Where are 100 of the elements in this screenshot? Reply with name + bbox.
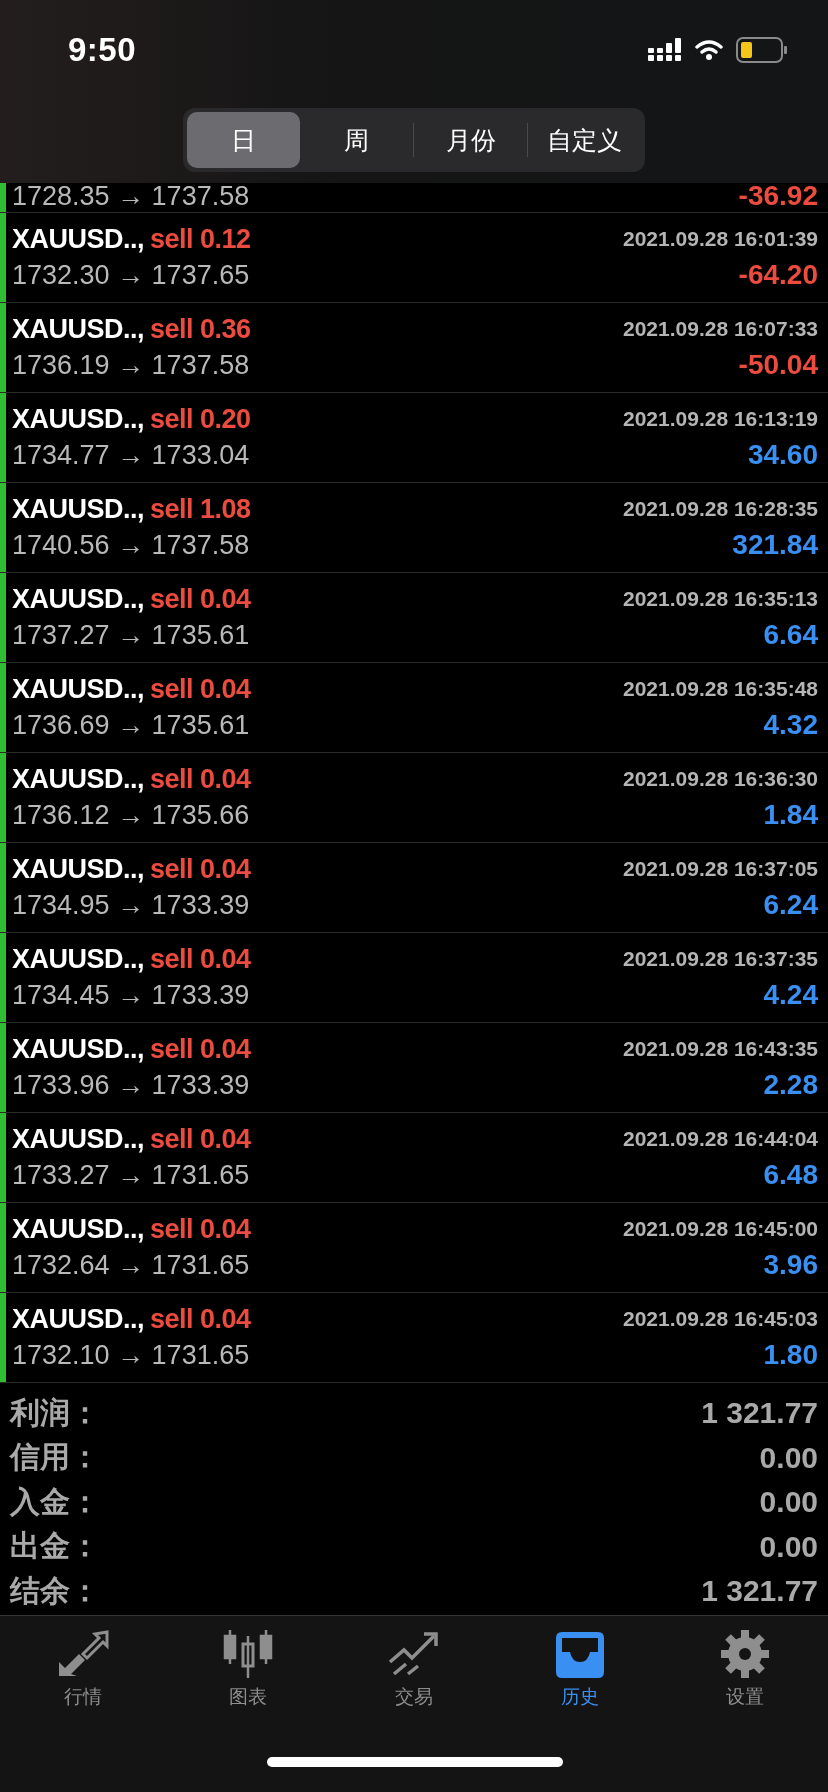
price-range: 1734.95 → 1733.39 <box>12 890 250 921</box>
profit-value: 3.96 <box>763 1249 818 1281</box>
symbol-label: XAUUSD.., <box>12 943 145 974</box>
summary-label: 结余： <box>10 1572 100 1609</box>
inbox-icon <box>553 1630 606 1678</box>
summary-value: 1 321.77 <box>701 1574 818 1609</box>
summary-value: 1 321.77 <box>701 1396 818 1431</box>
trade-row[interactable]: XAUUSD.., sell 0.04 2021.09.28 16:44:04 1733.27 → 1731.65 6.48 <box>0 1113 828 1203</box>
order-label: sell 0.04 <box>150 1033 251 1064</box>
summary-label: 利润： <box>10 1394 100 1431</box>
trade-row[interactable]: XAUUSD.., sell 0.36 2021.09.28 16:07:33 1736.19 → 1737.58 -50.04 <box>0 303 828 393</box>
order-label: sell 1.08 <box>150 493 251 524</box>
order-label: sell 0.12 <box>150 223 251 254</box>
price-range: 1732.10 → 1731.65 <box>12 1340 250 1371</box>
signal-icon <box>648 38 682 62</box>
order-label: sell 0.20 <box>150 403 251 434</box>
order-label: sell 0.04 <box>150 943 251 974</box>
price-range: 1733.96 → 1733.39 <box>12 1070 250 1101</box>
symbol-label: XAUUSD.., <box>12 403 145 434</box>
profit-value: 4.24 <box>763 979 818 1011</box>
order-label: sell 0.04 <box>150 583 251 614</box>
summary-value: 0.00 <box>759 1440 818 1475</box>
trade-row[interactable]: XAUUSD.., sell 0.04 2021.09.28 16:37:35 1734.45 → 1733.39 4.24 <box>0 933 828 1023</box>
trade-time: 2021.09.28 16:44:04 <box>623 1127 818 1151</box>
summary-label: 入金： <box>10 1483 100 1520</box>
trade-row[interactable]: XAUUSD.., sell 0.04 2021.09.28 16:35:13 1737.27 → 1735.61 6.64 <box>0 573 828 663</box>
trade-time: 2021.09.28 16:37:05 <box>623 857 818 881</box>
order-label: sell 0.04 <box>150 1123 251 1154</box>
symbol-label: XAUUSD.., <box>12 763 145 794</box>
trade-time: 2021.09.28 16:28:35 <box>623 497 818 521</box>
trade-row[interactable]: XAUUSD.., sell 0.04 2021.09.28 16:45:03 1732.10 → 1731.65 1.80 <box>0 1293 828 1383</box>
summary-value: 0.00 <box>759 1529 818 1564</box>
trade-row[interactable]: XAUUSD.., sell 0.04 2021.09.28 16:43:35 1733.96 → 1733.39 2.28 <box>0 1023 828 1113</box>
summary-label: 出金： <box>10 1528 100 1565</box>
symbol-label: XAUUSD.., <box>12 583 145 614</box>
symbol-label: XAUUSD.., <box>12 1213 145 1244</box>
tab-bar-item[interactable]: 历史 <box>496 1630 663 1710</box>
price-range: 1732.64 → 1731.65 <box>12 1250 250 1281</box>
trade-time: 2021.09.28 16:35:48 <box>623 677 818 701</box>
price-range: 1733.27 → 1731.65 <box>12 1160 250 1191</box>
tab-bar-item[interactable]: 图表 <box>165 1630 332 1710</box>
symbol-label: XAUUSD.., <box>12 1303 145 1334</box>
period-tab[interactable]: 日 <box>187 112 300 168</box>
price-range: 1736.12 → 1735.66 <box>12 800 250 831</box>
battery-icon <box>736 37 788 63</box>
status-time: 9:50 <box>68 31 137 69</box>
order-label: sell 0.04 <box>150 1213 251 1244</box>
profit-value: 2.28 <box>763 1069 818 1101</box>
symbol-label: XAUUSD.., <box>12 1033 145 1064</box>
trade-row[interactable]: XAUUSD.., sell 0.12 2021.09.28 16:01:39 1732.30 → 1737.65 -64.20 <box>0 213 828 303</box>
trend-arrow-icon <box>388 1630 440 1678</box>
profit-value: 4.32 <box>763 709 818 741</box>
trade-row[interactable]: XAUUSD.., sell 0.20 2021.09.28 16:13:19 1734.77 → 1733.04 34.60 <box>0 393 828 483</box>
trade-time: 2021.09.28 16:45:00 <box>623 1217 818 1241</box>
profit-value: -36.92 <box>738 180 818 212</box>
period-tab[interactable]: 自定义 <box>528 112 641 168</box>
trade-row[interactable]: XAUUSD.., sell 0.04 2021.09.28 16:35:48 1736.69 → 1735.61 4.32 <box>0 663 828 753</box>
wifi-icon <box>694 39 724 61</box>
trade-time: 2021.09.28 16:36:30 <box>623 767 818 791</box>
order-label: sell 0.04 <box>150 1303 251 1334</box>
symbol-label: XAUUSD.., <box>12 223 145 254</box>
trade-time: 2021.09.28 16:37:35 <box>623 947 818 971</box>
tab-bar-item[interactable]: 交易 <box>331 1630 497 1710</box>
candlestick-icon <box>222 1630 275 1678</box>
price-range: 1728.35 → 1737.58 <box>12 181 250 212</box>
profit-value: 6.24 <box>763 889 818 921</box>
summary-value: 0.00 <box>759 1485 818 1520</box>
price-range: 1734.45 → 1733.39 <box>12 980 250 1011</box>
trade-time: 2021.09.28 16:43:35 <box>623 1037 818 1061</box>
order-label: sell 0.04 <box>150 853 251 884</box>
profit-value: 34.60 <box>747 439 818 471</box>
tab-bar-item[interactable]: 行情 <box>0 1630 166 1710</box>
tab-bar-item[interactable]: 设置 <box>662 1630 828 1710</box>
price-range: 1732.30 → 1737.65 <box>12 260 250 291</box>
profit-value: -50.04 <box>738 349 818 381</box>
price-range: 1736.69 → 1735.61 <box>12 710 250 741</box>
trade-row[interactable]: XAUUSD.., sell 0.04 2021.09.28 16:37:05 1734.95 → 1733.39 6.24 <box>0 843 828 933</box>
period-tab[interactable]: 月份 <box>414 112 527 168</box>
profit-value: 1.84 <box>763 799 818 831</box>
symbol-label: XAUUSD.., <box>12 673 145 704</box>
trade-row[interactable]: XAUUSD.., sell 0.04 2021.09.28 16:36:30 1736.12 → 1735.66 1.84 <box>0 753 828 843</box>
period-tab[interactable]: 周 <box>300 112 413 168</box>
trade-time: 2021.09.28 16:01:39 <box>623 227 818 251</box>
trade-time: 2021.09.28 16:35:13 <box>623 587 818 611</box>
profit-value: 6.64 <box>763 619 818 651</box>
trade-row[interactable]: XAUUSD.., sell 1.08 2021.09.28 16:28:35 1740.56 → 1737.58 321.84 <box>0 483 828 573</box>
settings-icon <box>719 1630 772 1678</box>
arrows-icon <box>56 1630 109 1678</box>
trade-time: 2021.09.28 16:07:33 <box>623 317 818 341</box>
symbol-label: XAUUSD.., <box>12 313 145 344</box>
trade-time: 2021.09.28 16:13:19 <box>623 407 818 431</box>
price-range: 1736.19 → 1737.58 <box>12 350 250 381</box>
price-range: 1740.56 → 1737.58 <box>12 530 250 561</box>
symbol-label: XAUUSD.., <box>12 493 145 524</box>
trade-row[interactable]: XAUUSD.., sell 0.04 2021.09.28 16:45:00 1732.64 → 1731.65 3.96 <box>0 1203 828 1293</box>
profit-value: -64.20 <box>738 259 818 291</box>
order-label: sell 0.36 <box>150 313 251 344</box>
profit-value: 6.48 <box>763 1159 818 1191</box>
trade-time: 2021.09.28 16:45:03 <box>623 1307 818 1331</box>
profit-value: 321.84 <box>732 529 818 561</box>
